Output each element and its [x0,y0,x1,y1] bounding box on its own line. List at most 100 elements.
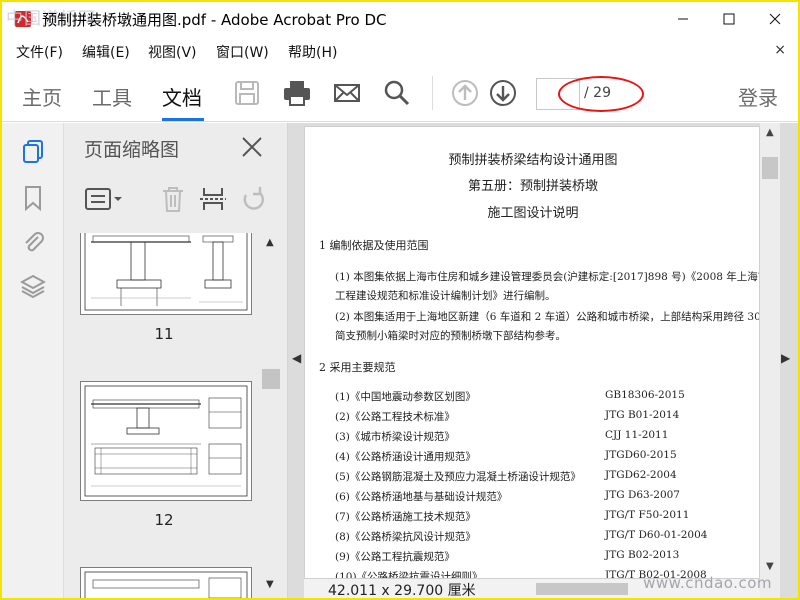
rotate-icon[interactable] [238,185,268,213]
reference-row: (8)《公路桥梁抗风设计规范》 JTG/T D60-01-2004 [335,529,755,545]
thumbnail-page-11[interactable] [80,233,252,315]
document-subtitle: 第五册：预制拼装桥墩 [467,179,598,194]
reference-code: CJJ 11-2011 [605,429,669,441]
menu-edit[interactable]: 编辑(E) [82,42,130,62]
page-thumbnails-panel: 页面缩略图 11 12 ▲ ▼ [64,123,288,598]
thumbnail-page-12[interactable] [80,381,252,501]
email-icon[interactable] [332,78,362,108]
scrollbar-thumb[interactable] [762,157,778,179]
section-heading: 1 编制依据及使用范围 [319,239,429,252]
pdf-page: 预制拼装桥梁结构设计通用图 第五册：预制拼装桥墩 施工图设计说明 1 编制依据及… [304,126,760,598]
collapse-left-panel-icon[interactable]: ◀ [292,351,301,365]
reference-row: (3)《城市桥梁设计规范》 CJJ 11-2011 [335,429,755,445]
reference-row: (2)《公路工程技术标准》 JTG B01-2014 [335,409,755,425]
reference-row: (5)《公路钢筋混凝土及预应力混凝土桥涵设计规范》 JTGD62-2004 [335,469,755,485]
reference-name: (2)《公路工程技术标准》 [335,411,455,423]
reference-row: (6)《公路桥涵地基与基础设计规范》 JTG D63-2007 [335,489,755,505]
thumbnail-page-13[interactable] [80,567,252,598]
page-size-label: 42.011 x 29.700 厘米 [328,583,476,598]
thumbnails-scrollbar[interactable]: ▲ ▼ [262,233,280,598]
section-heading: 2 采用主要规范 [319,361,396,374]
thumbnails-toolbar [64,179,288,221]
thumbnail-list: 11 12 [64,233,260,598]
document-viewer: ◀ 预制拼装桥梁结构设计通用图 第五册：预制拼装桥墩 施工图设计说明 1 编制依… [288,123,798,598]
reference-row: (7)《公路桥涵施工技术规范》 JTG/T F50-2011 [335,509,755,525]
reference-name: (7)《公路桥涵施工技术规范》 [335,511,476,523]
reference-code: JTG B02-2013 [605,549,680,561]
page-down-icon[interactable] [488,78,518,108]
login-button[interactable]: 登录 [738,82,778,111]
title-bar: 中国道桥网 预制拼装桥墩通用图.pdf - Adobe Acrobat Pro … [2,2,798,36]
bookmark-icon[interactable] [20,185,46,211]
highlight-annotation [558,76,644,112]
acrobat-window: 中国道桥网 预制拼装桥墩通用图.pdf - Adobe Acrobat Pro … [2,2,798,598]
collapse-right-panel-icon[interactable]: ▶ [781,351,790,365]
scroll-up-icon[interactable]: ▲ [266,237,274,248]
horizontal-scrollbar-thumb[interactable] [536,583,628,595]
document-scrollbar[interactable]: ▲ ▼ [760,123,780,598]
thumbnails-title: 页面缩略图 [84,139,180,161]
thumbnail-drawing [84,233,248,311]
thumbnail-label: 11 [154,325,174,343]
reference-row: (1)《中国地震动参数区划图》 GB18306-2015 [335,389,755,405]
close-icon [769,13,781,25]
maximize-button[interactable] [706,2,752,36]
reference-code: JTG D63-2007 [605,489,680,501]
scroll-down-icon[interactable]: ▼ [266,579,274,590]
reference-code: JTG B01-2014 [605,409,680,421]
menu-window[interactable]: 窗口(W) [216,42,269,62]
reference-name: (5)《公路钢筋混凝土及预应力混凝土桥涵设计规范》 [335,471,581,483]
paragraph-line: (2) 本图集适用于上海地区新建（6 车道和 2 车道）公路和城市桥梁，上部结构… [335,311,760,323]
reference-code: JTGD60-2015 [605,449,677,461]
reference-row: (9)《公路工程抗震规范》 JTG B02-2013 [335,549,755,565]
extract-icon[interactable] [198,185,228,213]
paragraph-line: (1) 本图集依据上海市住房和城乡建设管理委员会(沪建标定:[2017]898 … [335,271,760,283]
maximize-icon [723,13,735,25]
document-section-title: 施工图设计说明 [487,206,579,221]
menu-view[interactable]: 视图(V) [148,42,197,62]
reference-code: JTGD62-2004 [605,469,677,481]
print-icon[interactable] [282,78,312,108]
navigation-rail [2,123,64,598]
paragraph-line: 工程建设规范和标准设计编制计划》进行编制。 [335,290,556,302]
search-icon[interactable] [382,78,412,108]
tab-tools[interactable]: 工具 [92,82,132,111]
thumbnail-drawing [84,385,248,497]
menu-file[interactable]: 文件(F) [16,42,63,62]
document-close-button[interactable]: × [774,42,786,58]
close-button[interactable] [752,2,798,36]
reference-code: GB18306-2015 [605,389,685,401]
scroll-up-icon[interactable]: ▲ [766,127,774,138]
reference-code: JTG/T D60-01-2004 [605,529,708,541]
layers-icon[interactable] [20,273,46,299]
reference-row: (4)《公路桥涵设计通用规范》 JTGD60-2015 [335,449,755,465]
tab-document[interactable]: 文档 [162,82,202,111]
thumbnail-drawing [84,571,248,598]
main-toolbar: 主页 工具 文档 / 29 登录 [2,64,798,122]
reference-name: (1)《中国地震动参数区划图》 [335,391,476,403]
menu-help[interactable]: 帮助(H) [288,42,337,62]
reference-code: JTG/T F50-2011 [605,509,690,521]
close-panel-icon[interactable] [240,135,264,159]
scroll-down-icon[interactable]: ▼ [766,561,774,572]
options-menu-icon[interactable] [84,185,126,213]
paragraph-line: 简支预制小箱梁时对应的预制桥墩下部结构参考。 [335,330,566,342]
document-title: 预制拼装桥梁结构设计通用图 [448,153,618,168]
tab-home[interactable]: 主页 [22,82,62,111]
delete-icon[interactable] [158,185,188,213]
attachment-icon[interactable] [20,229,46,255]
reference-name: (6)《公路桥涵地基与基础设计规范》 [335,491,508,503]
reference-name: (9)《公路工程抗震规范》 [335,551,455,563]
toolbar-separator [432,76,433,110]
reference-name: (4)《公路桥涵设计通用规范》 [335,451,476,463]
minimize-button[interactable] [660,2,706,36]
active-tab-indicator [162,118,204,121]
pages-icon[interactable] [20,139,46,165]
reference-name: (3)《城市桥梁设计规范》 [335,431,455,443]
minimize-icon [678,18,688,20]
window-title: 预制拼装桥墩通用图.pdf - Adobe Acrobat Pro DC [42,11,387,29]
scrollbar-thumb[interactable] [262,369,280,389]
save-icon[interactable] [232,78,262,108]
watermark-bottom: www.cndao.com [643,574,772,592]
page-up-icon[interactable] [450,78,480,108]
